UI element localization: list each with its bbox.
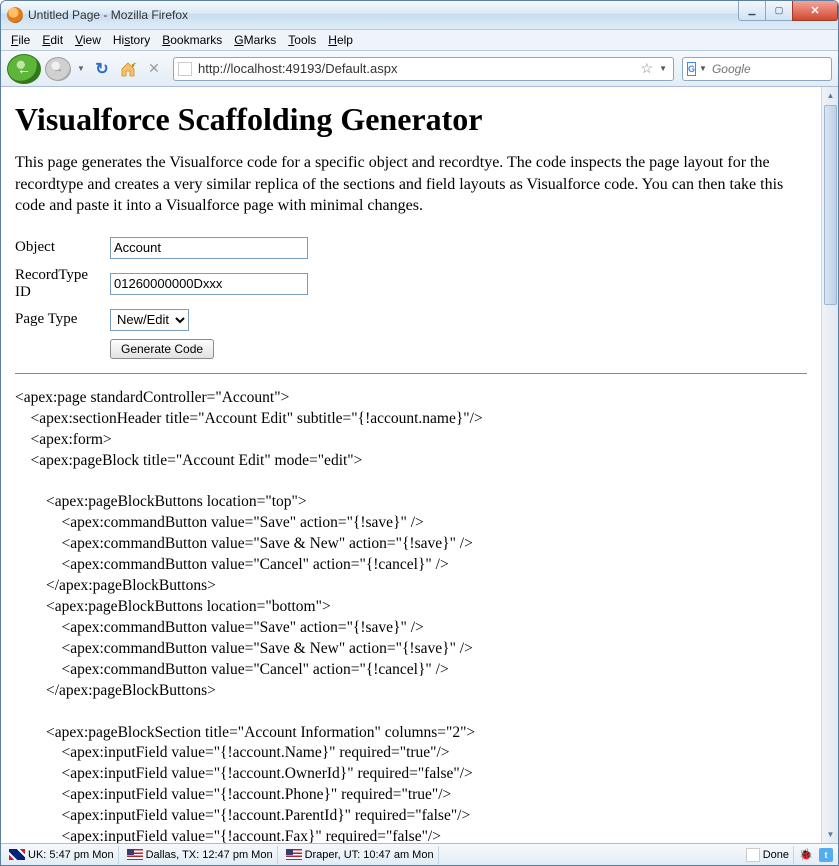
divider	[15, 373, 807, 374]
window-title: Untitled Page - Mozilla Firefox	[28, 8, 739, 22]
vertical-scrollbar[interactable]: ▲ ▼	[821, 87, 838, 843]
status-clock-uk: UK: 5:47 pm Mon	[5, 846, 119, 864]
google-icon: G	[687, 62, 696, 76]
nav-back-button[interactable]: ←	[7, 54, 41, 84]
url-input[interactable]	[196, 60, 639, 77]
menu-history[interactable]: History	[107, 31, 156, 49]
status-done: Done	[742, 846, 794, 864]
menu-gmarks[interactable]: GMarks	[228, 31, 282, 49]
status-clock-dallas: Dallas, TX: 12:47 pm Mon	[123, 846, 278, 864]
menu-file[interactable]: File	[5, 31, 36, 49]
recordtype-label: RecordType ID	[15, 263, 110, 305]
window-minimize-button[interactable]: ▁	[738, 1, 766, 21]
window-maximize-button[interactable]: ▢	[765, 1, 793, 21]
uk-flag-icon	[9, 849, 25, 860]
twitter-icon[interactable]: t	[818, 847, 834, 863]
search-input[interactable]	[710, 61, 839, 77]
browser-toolbar: ← → ▼ ↻ + ✕ ☆ ▼ G ▼ 🔍	[1, 51, 838, 87]
input-form: Object RecordType ID Page Type New/Edit …	[15, 233, 314, 363]
menu-bookmarks[interactable]: Bookmarks	[156, 31, 228, 49]
page-heading: Visualforce Scaffolding Generator	[15, 101, 807, 138]
page-description: This page generates the Visualforce code…	[15, 152, 807, 217]
us-flag-icon	[127, 849, 143, 860]
scroll-thumb[interactable]	[824, 105, 837, 305]
firebug-icon[interactable]: 🐞	[798, 847, 814, 863]
object-label: Object	[15, 233, 110, 263]
reload-button[interactable]: ↻	[91, 58, 113, 80]
url-dropdown-icon[interactable]: ▼	[655, 64, 669, 73]
menu-help[interactable]: Help	[322, 31, 359, 49]
window-titlebar: Untitled Page - Mozilla Firefox ▁ ▢ ✕	[1, 1, 838, 30]
bookmark-star-icon[interactable]: ☆	[639, 60, 656, 77]
menu-view[interactable]: View	[69, 31, 107, 49]
page-icon	[746, 848, 760, 862]
pagetype-label: Page Type	[15, 305, 110, 335]
menu-edit[interactable]: Edit	[36, 31, 69, 49]
home-button[interactable]: +	[117, 58, 139, 80]
generated-code-output: <apex:page standardController="Account">…	[15, 388, 807, 843]
pagetype-select[interactable]: New/Edit	[110, 309, 189, 331]
status-clock-draper: Draper, UT: 10:47 am Mon	[282, 846, 439, 864]
object-input[interactable]	[110, 237, 308, 259]
firefox-icon	[7, 7, 23, 23]
url-bar[interactable]: ☆ ▼	[173, 57, 674, 81]
nav-forward-button[interactable]: →	[45, 57, 71, 81]
scroll-down-arrow[interactable]: ▼	[822, 826, 838, 843]
us-flag-icon	[286, 849, 302, 860]
status-bar: UK: 5:47 pm Mon Dallas, TX: 12:47 pm Mon…	[1, 843, 838, 865]
page-favicon	[178, 62, 192, 76]
svg-text:+: +	[133, 62, 137, 68]
stop-button[interactable]: ✕	[143, 58, 165, 80]
search-box[interactable]: G ▼ 🔍	[682, 57, 832, 81]
nav-history-dropdown[interactable]: ▼	[75, 57, 87, 81]
browser-menubar: File Edit View History Bookmarks GMarks …	[1, 30, 838, 51]
generate-code-button[interactable]: Generate Code	[110, 339, 214, 359]
menu-tools[interactable]: Tools	[282, 31, 322, 49]
page-viewport: ▲ ▼ Visualforce Scaffolding Generator Th…	[1, 87, 838, 843]
window-close-button[interactable]: ✕	[792, 1, 838, 21]
recordtype-input[interactable]	[110, 273, 308, 295]
scroll-up-arrow[interactable]: ▲	[822, 87, 838, 104]
